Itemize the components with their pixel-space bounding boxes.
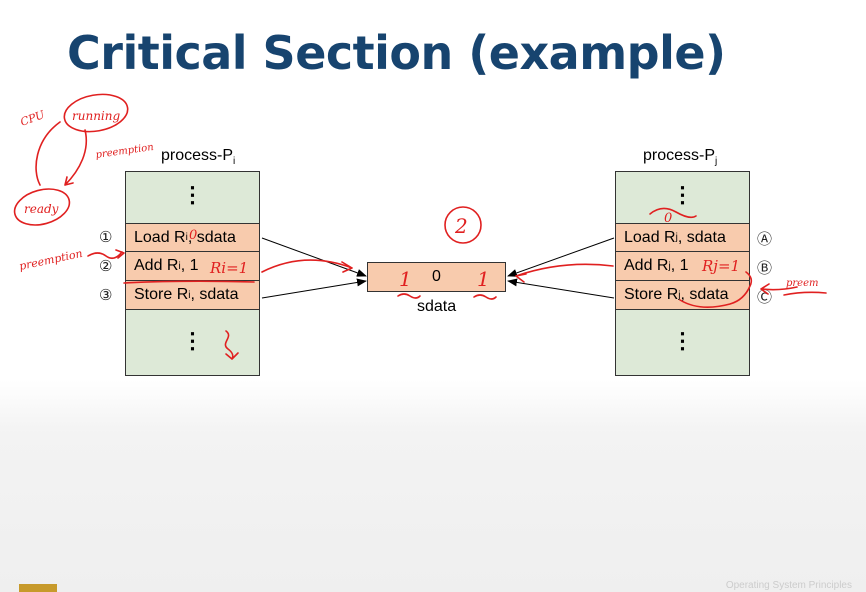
arrow-pi-store (261, 278, 367, 299)
slide-footer: Operating System Principles (725, 580, 852, 591)
ink-left-one-tilde (397, 293, 421, 299)
ink-right-word-underline (783, 291, 827, 296)
ink-ri-zero: 0 (189, 228, 197, 243)
ink-cpu: CPU (19, 108, 48, 129)
ink-rj-zero-mark (649, 207, 697, 219)
ink-rj-eq: Rj=1 (701, 257, 740, 275)
ink-rj-arrow (515, 263, 614, 283)
ink-ready: ready (24, 202, 59, 216)
ink-preemption-left: preemption (18, 247, 84, 273)
ink-store-j-underline (679, 271, 753, 308)
ink-rj-zero: 0 (664, 211, 672, 226)
ink-underline-store-i (123, 280, 255, 284)
ink-running: running (72, 109, 120, 123)
ink-left-one: 1 (399, 267, 412, 291)
ink-two: 2 (454, 214, 468, 238)
ink-right-one-tilde (473, 294, 497, 300)
ink-right-word: preem (786, 278, 819, 289)
university-logo (19, 584, 57, 592)
ink-down-squiggle (224, 330, 239, 360)
arrow-pj-store (507, 278, 615, 299)
ink-cycle-right (64, 129, 88, 186)
arrow-pi-load (261, 237, 367, 277)
ink-cycle-left (35, 121, 61, 186)
ink-right-one: 1 (477, 267, 490, 291)
ink-preempt-arrow (87, 249, 125, 260)
ink-preemption-top: preemption (95, 142, 155, 161)
ink-ri-eq: Ri=1 (209, 259, 248, 277)
arrow-pj-load (507, 237, 615, 277)
diagram-overlay: CPU running preemption ready preemption … (13, 93, 827, 360)
